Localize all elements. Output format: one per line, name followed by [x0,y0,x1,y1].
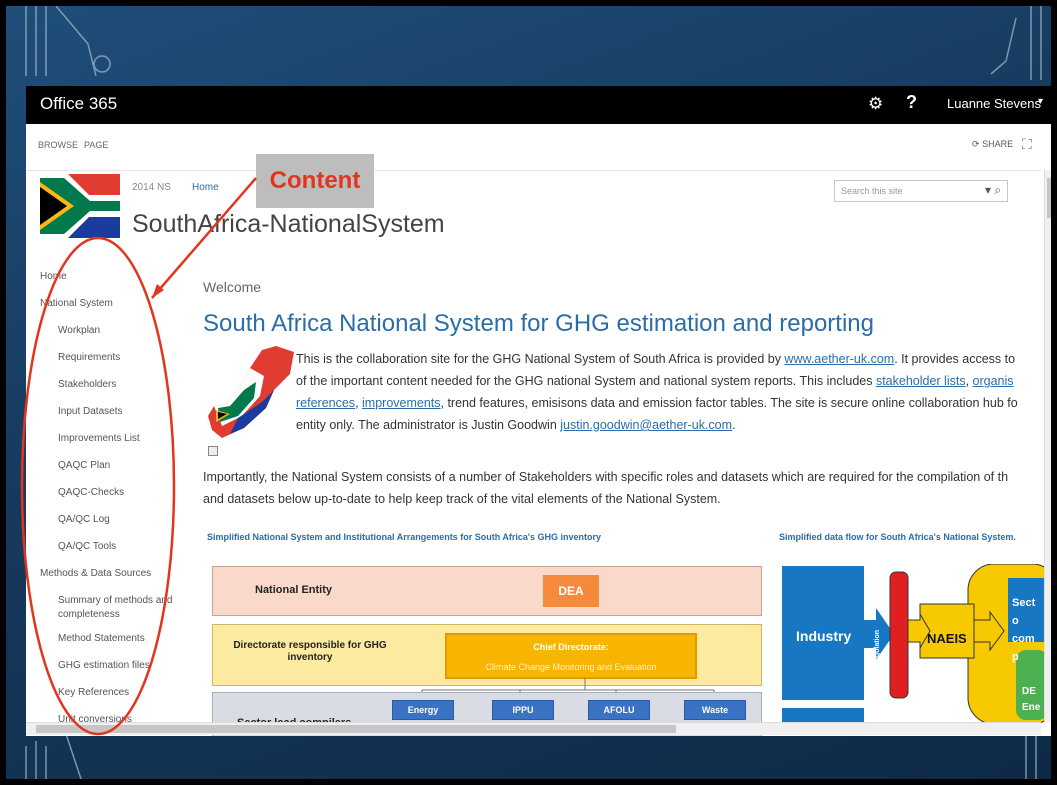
annotation-overlay [20,177,257,736]
presentation-slide: Office 365 ⚙ ? Luanne Stevens ▾ BROWSE P… [6,6,1051,779]
